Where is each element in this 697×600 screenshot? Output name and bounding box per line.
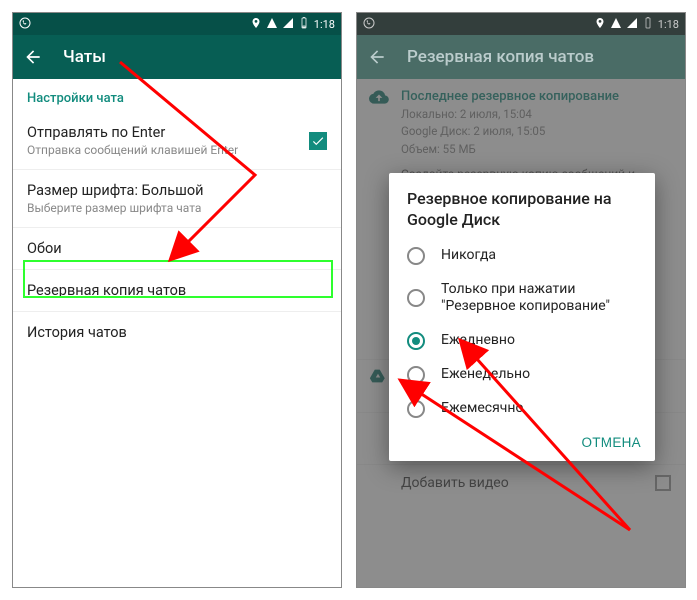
cancel-button[interactable]: ОТМЕНА (581, 435, 641, 450)
radio-icon (407, 366, 425, 384)
network-icon (266, 17, 278, 32)
gdrive-frequency-dialog: Резервное копирование на Google Диск Ник… (389, 173, 655, 461)
item-title: Размер шрифта: Большой (27, 182, 327, 199)
battery-icon (642, 17, 654, 32)
clock-text: 1:18 (658, 18, 679, 31)
settings-body: Настройки чата Отправлять по Enter Отпра… (13, 79, 341, 353)
option-label: Только при нажатии "Резервное копировани… (441, 281, 637, 316)
option-label: Еженедельно (441, 366, 530, 384)
option-weekly[interactable]: Еженедельно (389, 358, 655, 392)
item-title: Отправлять по Enter (27, 124, 327, 141)
whatsapp-icon (363, 17, 375, 32)
dialog-title: Резервное копирование на Google Диск (389, 173, 655, 239)
option-on-tap[interactable]: Только при нажатии "Резервное копировани… (389, 273, 655, 324)
location-icon (594, 17, 606, 32)
appbar-title: Резервная копия чатов (407, 47, 594, 67)
radio-icon (407, 400, 425, 418)
item-wallpaper[interactable]: Обои (13, 228, 341, 270)
radio-icon (407, 289, 425, 307)
clock-text: 1:18 (314, 18, 335, 31)
whatsapp-icon (19, 17, 31, 32)
option-label: Ежемесячно (441, 400, 523, 418)
option-label: Ежедневно (441, 332, 515, 350)
option-daily[interactable]: Ежедневно (389, 324, 655, 358)
section-chat-settings: Настройки чата (13, 79, 341, 112)
status-bar: 1:18 (357, 13, 685, 35)
chat-settings-screen: 1:18 Чаты Настройки чата Отправлять по E… (12, 12, 342, 588)
backup-body: Последнее резервное копирование Локально… (357, 79, 685, 587)
item-send-enter[interactable]: Отправлять по Enter Отправка сообщений к… (13, 112, 341, 170)
option-monthly[interactable]: Ежемесячно (389, 392, 655, 426)
app-bar: Чаты (13, 35, 341, 79)
status-bar: 1:18 (13, 13, 341, 35)
item-title: Резервная копия чатов (27, 282, 327, 299)
network-icon (610, 17, 622, 32)
signal-icon (626, 17, 638, 32)
option-never[interactable]: Никогда (389, 239, 655, 273)
item-font-size[interactable]: Размер шрифта: Большой Выберите размер ш… (13, 170, 341, 228)
item-subtitle: Выберите размер шрифта чата (27, 201, 327, 215)
app-bar: Резервная копия чатов (357, 35, 685, 79)
checkbox-checked-icon[interactable] (309, 132, 327, 150)
back-icon[interactable] (23, 47, 43, 67)
appbar-title: Чаты (63, 47, 106, 67)
item-title: Обои (27, 240, 327, 257)
signal-icon (282, 17, 294, 32)
battery-icon (298, 17, 310, 32)
item-chat-backup[interactable]: Резервная копия чатов (13, 270, 341, 312)
chat-backup-screen: 1:18 Резервная копия чатов Последнее рез… (356, 12, 686, 588)
option-label: Никогда (441, 247, 496, 265)
location-icon (250, 17, 262, 32)
back-icon[interactable] (367, 47, 387, 67)
item-subtitle: Отправка сообщений клавишей Enter (27, 143, 327, 157)
radio-selected-icon (407, 332, 425, 350)
item-title: История чатов (27, 324, 327, 341)
item-chat-history[interactable]: История чатов (13, 312, 341, 353)
radio-icon (407, 247, 425, 265)
